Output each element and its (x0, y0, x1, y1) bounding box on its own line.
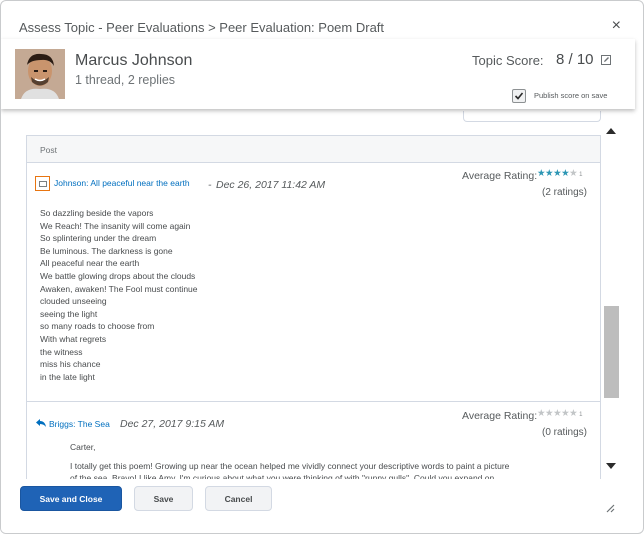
previous-panel-edge (463, 111, 601, 122)
post-item: Johnson: All peaceful near the earth - D… (27, 162, 600, 402)
thread-reply-count: 1 thread, 2 replies (75, 73, 176, 87)
poem-line: Awaken, awaken! The Fool must continue (40, 283, 198, 294)
poem-line: so many roads to choose from (40, 321, 155, 332)
reply-date: Dec 27, 2017 9:15 AM (120, 418, 225, 430)
close-icon[interactable]: × (612, 18, 621, 34)
star-rating[interactable]: ★★★★★ 1 (537, 409, 582, 420)
user-summary-bar: Marcus Johnson 1 thread, 2 replies Topic… (1, 39, 635, 109)
checkmark-icon (514, 92, 524, 100)
save-and-close-button[interactable]: Save and Close (20, 486, 122, 511)
poem-line: With what regrets (40, 334, 107, 344)
star-rating[interactable]: ★★★★★ 1 (537, 169, 582, 180)
dialog-footer: Save and Close Save Cancel (1, 479, 635, 533)
star-icon[interactable]: ★ (537, 408, 546, 419)
poem-line: So splintering under the dream (40, 233, 157, 244)
poem-line: clouded unseeing (40, 296, 107, 307)
dialog-titlebar: Assess Topic - Peer Evaluations > Peer E… (1, 1, 643, 39)
scrollbar-track[interactable] (601, 122, 621, 471)
poem-line: the witness (40, 346, 83, 357)
resize-grip-icon[interactable] (605, 503, 615, 513)
posts-scroll-area[interactable]: Post Johnson: All peaceful near the eart… (1, 109, 635, 479)
scroll-up-arrow-icon[interactable] (606, 128, 616, 134)
star-icon[interactable]: ★ (561, 408, 570, 419)
reply-title-link[interactable]: Briggs: The Sea (49, 419, 110, 429)
post-date-prefix: - (208, 179, 212, 191)
reply-line: I totally get this poem! Growing up near… (70, 461, 510, 471)
star-icon[interactable]: ★ (569, 408, 578, 419)
poem-line: All peaceful near the earth (40, 258, 140, 269)
scrollbar-thumb[interactable] (604, 306, 619, 398)
poem-line: seeing the light (40, 308, 98, 319)
publish-score-checkbox[interactable] (512, 89, 526, 103)
assess-topic-dialog: Assess Topic - Peer Evaluations > Peer E… (0, 0, 644, 534)
rating-count: (2 ratings) (542, 187, 588, 198)
topic-score-value[interactable]: 8 / 10 (556, 51, 594, 68)
star-count-suffix: 1 (579, 172, 582, 178)
panel-header-label: Post (40, 145, 58, 155)
save-button[interactable]: Save (134, 486, 193, 511)
star-icon[interactable]: ★ (537, 168, 546, 179)
avatar (15, 49, 65, 99)
poem-line: in the late light (40, 371, 95, 382)
posts-panel: Post Johnson: All peaceful near the eart… (26, 135, 601, 479)
poem-line: We battle glowing drops about the clouds (40, 271, 196, 281)
star-icon[interactable]: ★ (561, 168, 570, 179)
reply-item: Briggs: The Sea Dec 27, 2017 9:15 AM Ave… (27, 402, 600, 479)
topic-score-label: Topic Score: (472, 53, 544, 68)
star-icon[interactable]: ★ (553, 168, 562, 179)
pencil-edit-icon[interactable] (601, 55, 611, 65)
publish-score-label: Publish score on save (534, 91, 608, 100)
reply-line: Carter, (70, 442, 96, 452)
dialog-title: Assess Topic - Peer Evaluations > Peer E… (19, 20, 385, 35)
poem-line: miss his chance (40, 359, 101, 370)
star-icon[interactable]: ★ (553, 408, 562, 419)
star-icon[interactable]: ★ (545, 408, 554, 419)
scroll-down-arrow-icon[interactable] (606, 463, 616, 469)
star-icon[interactable]: ★ (545, 168, 554, 179)
cancel-button[interactable]: Cancel (205, 486, 272, 511)
panel-header: Post (27, 136, 600, 163)
star-icon[interactable]: ★ (569, 168, 578, 179)
student-name: Marcus Johnson (75, 52, 193, 69)
average-rating-label: Average Rating: (462, 170, 538, 182)
post-title-link[interactable]: Johnson: All peaceful near the earth (54, 178, 190, 188)
rating-count: (0 ratings) (542, 427, 588, 438)
poem-line: So dazzling beside the vapors (40, 208, 154, 218)
average-rating-label: Average Rating: (462, 410, 538, 422)
poem-line: Be luminous. The darkness is gone (40, 245, 173, 256)
star-count-suffix: 1 (579, 412, 582, 418)
reply-arrow-icon (36, 419, 46, 427)
poem-line: We Reach! The insanity will come again (40, 220, 191, 231)
collapse-thread-icon[interactable] (35, 176, 50, 191)
post-date: Dec 26, 2017 11:42 AM (216, 179, 326, 191)
